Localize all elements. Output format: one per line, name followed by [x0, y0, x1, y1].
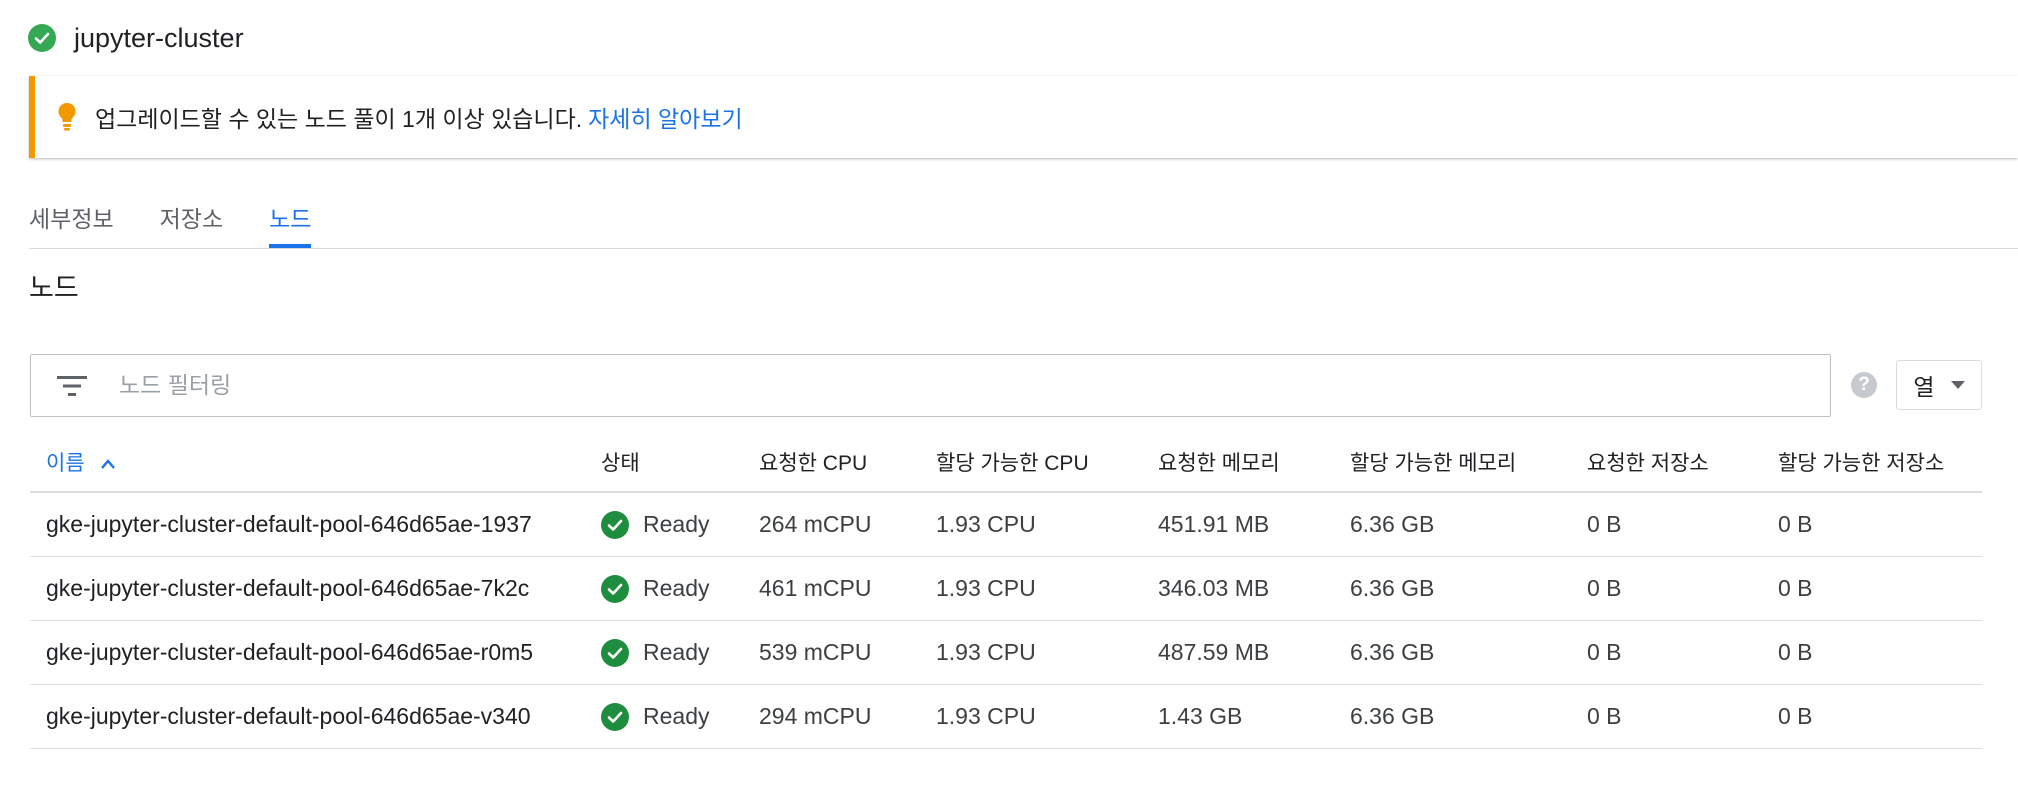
header-requested-cpu[interactable]: 요청한 CPU	[759, 433, 936, 493]
node-requested-memory: 451.91 MB	[1158, 492, 1350, 557]
cluster-title: jupyter-cluster	[74, 22, 244, 53]
section-title: 노드	[29, 273, 79, 303]
sort-ascending-icon	[100, 452, 116, 476]
node-requested-cpu: 539 mCPU	[759, 620, 936, 685]
node-allocatable-memory: 6.36 GB	[1350, 492, 1587, 557]
header-allocatable-cpu[interactable]: 할당 가능한 CPU	[936, 433, 1158, 493]
upgrade-banner: 업그레이드할 수 있는 노드 풀이 1개 이상 있습니다. 자세히 알아보기	[29, 76, 2018, 158]
node-status-label: Ready	[643, 639, 710, 665]
caret-down-icon	[1950, 381, 1965, 389]
node-allocatable-memory: 6.36 GB	[1350, 620, 1587, 685]
node-status: Ready	[601, 620, 759, 685]
check-circle-icon	[28, 24, 56, 52]
node-status: Ready	[601, 684, 759, 749]
node-requested-memory: 1.43 GB	[1158, 684, 1350, 749]
header-status[interactable]: 상태	[601, 433, 759, 493]
node-allocatable-storage: 0 B	[1778, 684, 1982, 749]
node-name[interactable]: gke-jupyter-cluster-default-pool-646d65a…	[30, 556, 601, 621]
banner-message: 업그레이드할 수 있는 노드 풀이 1개 이상 있습니다.	[95, 106, 583, 132]
node-status-label: Ready	[643, 703, 710, 729]
node-status: Ready	[601, 556, 759, 621]
node-requested-cpu: 264 mCPU	[759, 492, 936, 557]
table-row: gke-jupyter-cluster-default-pool-646d65a…	[30, 684, 1982, 749]
cluster-header: jupyter-cluster	[28, 18, 244, 58]
header-name-label: 이름	[46, 452, 85, 475]
tab-details[interactable]: 세부정보	[29, 190, 114, 236]
header-requested-memory[interactable]: 요청한 메모리	[1158, 433, 1350, 493]
node-allocatable-storage: 0 B	[1778, 556, 1982, 621]
node-requested-memory: 346.03 MB	[1158, 556, 1350, 621]
table-header-row: 이름 상태 요청한 CPU 할당 가능한 CPU 요청한 메모리 할당 가능한 …	[30, 433, 1982, 493]
node-requested-storage: 0 B	[1587, 492, 1778, 557]
header-allocatable-storage[interactable]: 할당 가능한 저장소	[1778, 433, 1982, 493]
help-icon[interactable]: ?	[1851, 372, 1877, 398]
node-allocatable-memory: 6.36 GB	[1350, 684, 1587, 749]
table-row: gke-jupyter-cluster-default-pool-646d65a…	[30, 492, 1982, 557]
table-row: gke-jupyter-cluster-default-pool-646d65a…	[30, 620, 1982, 685]
node-allocatable-cpu: 1.93 CPU	[936, 620, 1158, 685]
filter-icon	[57, 375, 87, 397]
node-requested-storage: 0 B	[1587, 684, 1778, 749]
node-status: Ready	[601, 492, 759, 557]
node-allocatable-storage: 0 B	[1778, 492, 1982, 557]
node-requested-storage: 0 B	[1587, 556, 1778, 621]
tab-bar: 세부정보 저장소 노드	[29, 190, 2018, 249]
columns-button[interactable]: 열	[1896, 360, 1982, 410]
node-requested-cpu: 294 mCPU	[759, 684, 936, 749]
check-circle-icon	[601, 702, 629, 731]
tab-nodes[interactable]: 노드	[269, 190, 312, 248]
nodes-table: 이름 상태 요청한 CPU 할당 가능한 CPU 요청한 메모리 할당 가능한 …	[30, 433, 1982, 749]
node-status-label: Ready	[643, 511, 710, 537]
lightbulb-icon	[57, 102, 77, 132]
node-requested-memory: 487.59 MB	[1158, 620, 1350, 685]
filter-box	[30, 354, 1831, 417]
node-allocatable-cpu: 1.93 CPU	[936, 492, 1158, 557]
node-allocatable-memory: 6.36 GB	[1350, 556, 1587, 621]
node-allocatable-storage: 0 B	[1778, 620, 1982, 685]
filter-input[interactable]	[117, 371, 1721, 400]
learn-more-link[interactable]: 자세히 알아보기	[588, 100, 743, 134]
header-name[interactable]: 이름	[30, 433, 601, 493]
node-allocatable-cpu: 1.93 CPU	[936, 556, 1158, 621]
check-circle-icon	[601, 510, 629, 539]
header-requested-storage[interactable]: 요청한 저장소	[1587, 433, 1778, 493]
node-name[interactable]: gke-jupyter-cluster-default-pool-646d65a…	[30, 684, 601, 749]
columns-button-label: 열	[1913, 374, 1935, 400]
check-circle-icon	[601, 638, 629, 667]
node-requested-cpu: 461 mCPU	[759, 556, 936, 621]
tab-storage[interactable]: 저장소	[160, 190, 223, 236]
table-row: gke-jupyter-cluster-default-pool-646d65a…	[30, 556, 1982, 621]
node-name[interactable]: gke-jupyter-cluster-default-pool-646d65a…	[30, 620, 601, 685]
header-allocatable-memory[interactable]: 할당 가능한 메모리	[1350, 433, 1587, 493]
node-status-label: Ready	[643, 575, 710, 601]
check-circle-icon	[601, 574, 629, 603]
node-name[interactable]: gke-jupyter-cluster-default-pool-646d65a…	[30, 492, 601, 557]
node-allocatable-cpu: 1.93 CPU	[936, 684, 1158, 749]
node-requested-storage: 0 B	[1587, 620, 1778, 685]
